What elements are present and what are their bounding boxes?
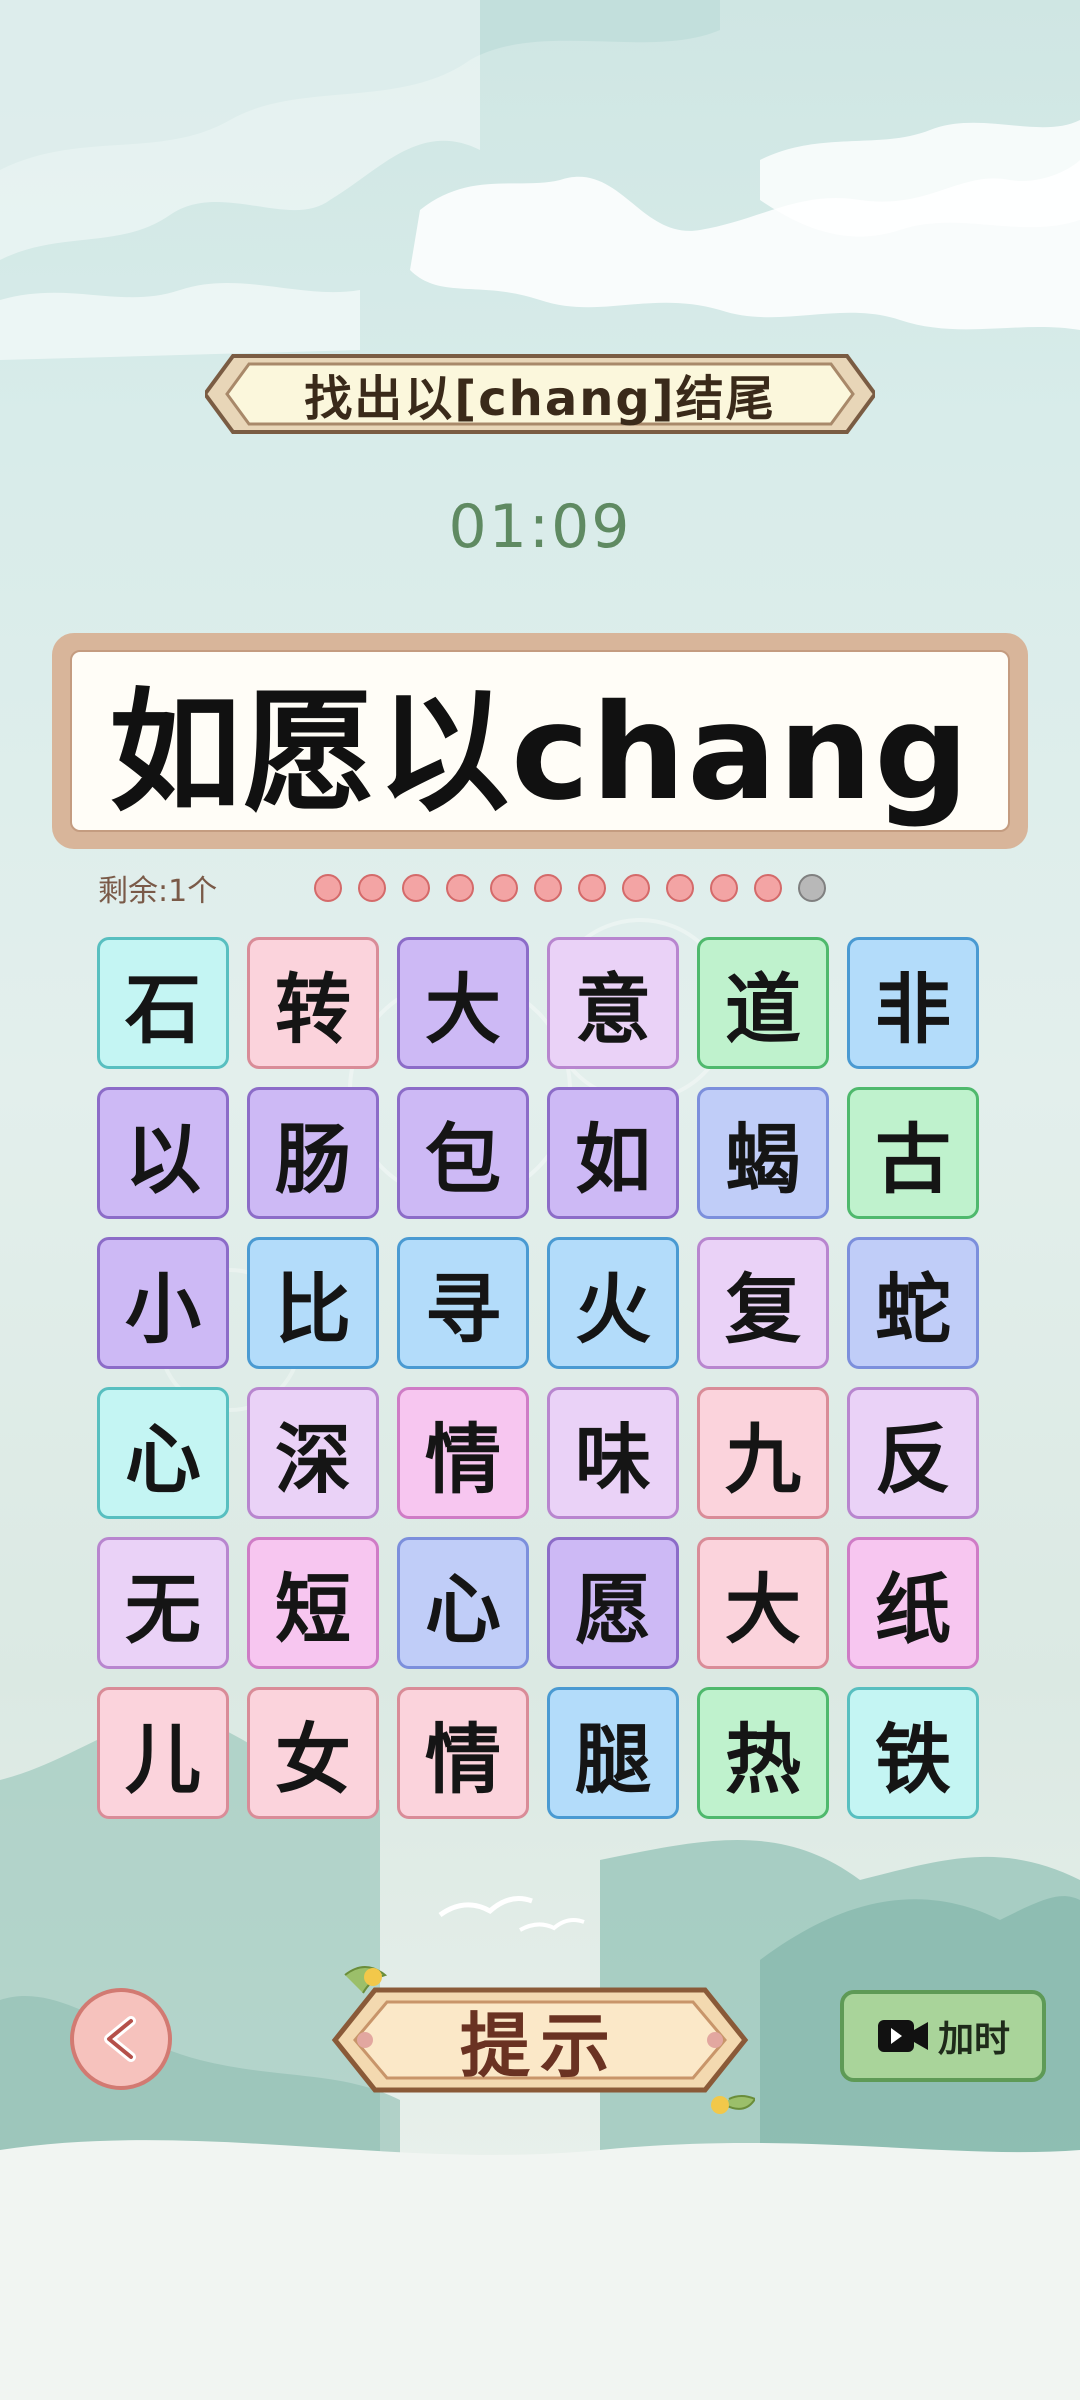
progress-dot xyxy=(622,874,650,902)
remaining-count: 剩余:1个 xyxy=(98,874,218,909)
character-tile[interactable]: 小 xyxy=(97,1237,229,1369)
character-tile[interactable]: 蝎 xyxy=(697,1087,829,1219)
hint-label: 提示 xyxy=(460,2004,620,2087)
character-tile[interactable]: 寻 xyxy=(397,1237,529,1369)
character-tile[interactable]: 非 xyxy=(847,937,979,1069)
character-tile[interactable]: 肠 xyxy=(247,1087,379,1219)
back-button[interactable] xyxy=(70,1988,172,2090)
character-tile[interactable]: 道 xyxy=(697,937,829,1069)
progress-dot xyxy=(534,874,562,902)
answer-panel: 如愿以chang xyxy=(52,633,1028,849)
character-tile[interactable]: 九 xyxy=(697,1387,829,1519)
character-tile[interactable]: 意 xyxy=(547,937,679,1069)
character-tile[interactable]: 短 xyxy=(247,1537,379,1669)
progress-dot xyxy=(710,874,738,902)
task-title: 找出以[chang]结尾 xyxy=(304,371,776,427)
character-tile[interactable]: 复 xyxy=(697,1237,829,1369)
progress-dot xyxy=(358,874,386,902)
character-tile[interactable]: 大 xyxy=(697,1537,829,1669)
character-tile[interactable]: 热 xyxy=(697,1687,829,1819)
character-tile[interactable]: 情 xyxy=(397,1387,529,1519)
character-tile[interactable]: 蛇 xyxy=(847,1237,979,1369)
character-tile[interactable]: 愿 xyxy=(547,1537,679,1669)
character-tile[interactable]: 儿 xyxy=(97,1687,229,1819)
character-tile[interactable]: 比 xyxy=(247,1237,379,1369)
character-tile[interactable]: 铁 xyxy=(847,1687,979,1819)
progress-dots xyxy=(314,874,826,902)
back-arrow-icon xyxy=(104,2016,136,2062)
progress-dot xyxy=(314,874,342,902)
character-tile[interactable]: 心 xyxy=(397,1537,529,1669)
progress-dot xyxy=(578,874,606,902)
character-tile[interactable]: 火 xyxy=(547,1237,679,1369)
character-tile[interactable]: 如 xyxy=(547,1087,679,1219)
character-tile[interactable]: 味 xyxy=(547,1387,679,1519)
character-tile[interactable]: 以 xyxy=(97,1087,229,1219)
character-tile[interactable]: 反 xyxy=(847,1387,979,1519)
character-tile[interactable]: 纸 xyxy=(847,1537,979,1669)
add-time-button[interactable]: 加时 xyxy=(840,1990,1046,2082)
character-tile[interactable]: 古 xyxy=(847,1087,979,1219)
progress-dot xyxy=(446,874,474,902)
character-grid: 石转大意道非以肠包如蝎古小比寻火复蛇心深情味九反无短心愿大纸儿女情腿热铁 xyxy=(97,937,983,1823)
character-tile[interactable]: 大 xyxy=(397,937,529,1069)
character-tile[interactable]: 深 xyxy=(247,1387,379,1519)
hint-button[interactable]: 提示 xyxy=(325,1955,757,2125)
character-tile[interactable]: 心 xyxy=(97,1387,229,1519)
character-tile[interactable]: 女 xyxy=(247,1687,379,1819)
progress-dot xyxy=(666,874,694,902)
progress-dot xyxy=(490,874,518,902)
character-tile[interactable]: 转 xyxy=(247,937,379,1069)
progress-dot xyxy=(402,874,430,902)
character-tile[interactable]: 包 xyxy=(397,1087,529,1219)
character-tile[interactable]: 腿 xyxy=(547,1687,679,1819)
progress-dot xyxy=(798,874,826,902)
character-tile[interactable]: 情 xyxy=(397,1687,529,1819)
add-time-label: 加时 xyxy=(937,2019,1010,2060)
progress-dot xyxy=(754,874,782,902)
character-tile[interactable]: 无 xyxy=(97,1537,229,1669)
character-tile[interactable]: 石 xyxy=(97,937,229,1069)
countdown-timer: 01:09 xyxy=(448,492,632,562)
video-camera-icon xyxy=(877,2020,928,2052)
title-banner: 找出以[chang]结尾 xyxy=(205,350,875,438)
answer-text: 如愿以chang xyxy=(70,650,1010,832)
